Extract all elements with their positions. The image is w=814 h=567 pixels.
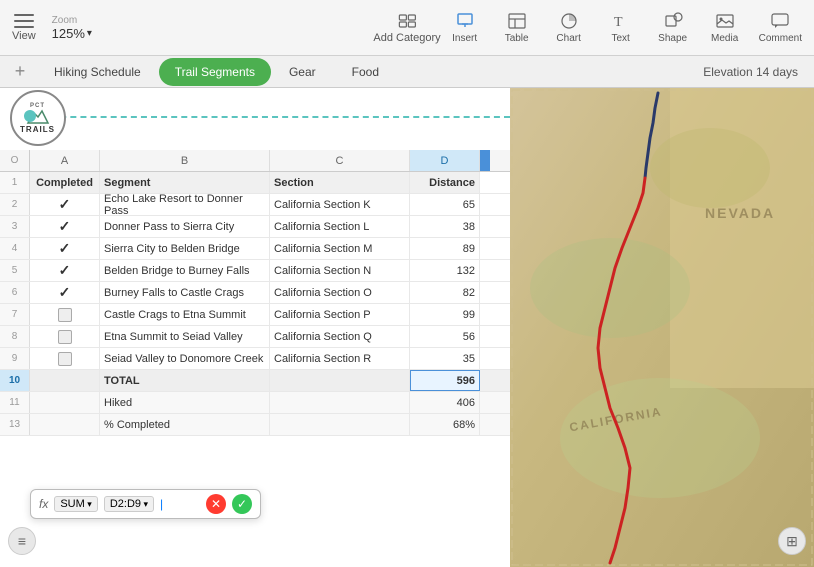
formula-cancel-button[interactable]: ✕: [206, 494, 226, 514]
dashed-circle: [24, 110, 36, 122]
table-label: Table: [505, 33, 529, 44]
col-header-a[interactable]: A: [30, 150, 100, 171]
bottom-left-control[interactable]: ≡: [8, 527, 36, 555]
table-button[interactable]: Table: [499, 11, 535, 44]
comment-button[interactable]: Comment: [759, 11, 802, 44]
formula-function-select[interactable]: SUM: [54, 496, 97, 512]
add-category-label: Add Category: [373, 32, 440, 44]
formula-confirm-button[interactable]: ✓: [232, 494, 252, 514]
logo-area: PCT TRAILS: [0, 88, 75, 148]
text-label: Text: [611, 33, 629, 44]
map-svg: NEVADA CALIFORNIA: [510, 88, 814, 567]
header-completed: Completed: [30, 172, 100, 193]
zoom-label: Zoom: [52, 15, 78, 26]
comment-label: Comment: [759, 33, 802, 44]
tab-trail-segments[interactable]: Trail Segments: [159, 58, 271, 86]
view-icon: [14, 14, 34, 28]
chart-label: Chart: [556, 33, 580, 44]
table-row[interactable]: 2 ✓ Echo Lake Resort to Donner Pass Cali…: [0, 194, 510, 216]
tab-food[interactable]: Food: [334, 58, 397, 86]
text-icon: T: [611, 11, 631, 31]
chart-button[interactable]: Chart: [551, 11, 587, 44]
dashed-line: [30, 116, 510, 118]
zoom-control[interactable]: Zoom 125% ▾: [52, 15, 92, 41]
table-row[interactable]: 3 ✓ Donner Pass to Sierra City Californi…: [0, 216, 510, 238]
zoom-value[interactable]: 125% ▾: [52, 26, 92, 41]
formula-range-select[interactable]: D2:D9: [104, 496, 154, 512]
table-row[interactable]: 4 ✓ Sierra City to Belden Bridge Califor…: [0, 238, 510, 260]
comment-icon: [770, 11, 790, 31]
add-category-button[interactable]: Add Category: [373, 12, 440, 44]
insert-label: Insert: [452, 33, 477, 44]
tab-hiking-schedule[interactable]: Hiking Schedule: [36, 58, 159, 86]
table-header-row: 1 Completed Segment Section Distance: [0, 172, 510, 194]
shape-button[interactable]: Shape: [655, 11, 691, 44]
add-category-icon: [398, 12, 416, 30]
header-distance: Distance: [410, 172, 480, 193]
trails-logo: PCT TRAILS: [10, 90, 66, 146]
col-header-c[interactable]: C: [270, 150, 410, 171]
formula-input[interactable]: [160, 497, 200, 511]
total-row: 10 TOTAL 596: [0, 370, 510, 392]
view-label: View: [12, 30, 36, 42]
nevada-label: NEVADA: [705, 205, 775, 221]
col-header-b[interactable]: B: [100, 150, 270, 171]
chart-icon: [559, 11, 579, 31]
svg-text:T: T: [614, 15, 623, 30]
shape-label: Shape: [658, 33, 687, 44]
col-header-d[interactable]: D: [410, 150, 480, 171]
table-row[interactable]: 5 ✓ Belden Bridge to Burney Falls Califo…: [0, 260, 510, 282]
tab-bar: + Hiking Schedule Trail Segments Gear Fo…: [0, 56, 814, 88]
media-button[interactable]: Media: [707, 11, 743, 44]
formula-fx: fx: [39, 497, 48, 511]
column-headers: O A B C D: [0, 150, 510, 172]
table-row[interactable]: 7 Castle Crags to Etna Summit California…: [0, 304, 510, 326]
tab-elevation[interactable]: Elevation 14 days: [695, 61, 806, 83]
col-resize-handle[interactable]: [480, 150, 490, 171]
corner-cell: O: [0, 150, 30, 171]
table-row[interactable]: 8 Etna Summit to Seiad Valley California…: [0, 326, 510, 348]
table-icon: [507, 11, 527, 31]
header-section: Section: [270, 172, 410, 193]
tab-gear[interactable]: Gear: [271, 58, 334, 86]
shape-icon: [663, 11, 683, 31]
toolbar: View Zoom 125% ▾ Add Category Insert Tab…: [0, 0, 814, 56]
insert-icon: [455, 11, 475, 31]
pct-row: 13 % Completed 68%: [0, 414, 510, 436]
media-icon: [715, 11, 735, 31]
table-row[interactable]: 6 ✓ Burney Falls to Castle Crags Califor…: [0, 282, 510, 304]
add-tab-button[interactable]: +: [8, 60, 32, 84]
view-button[interactable]: View: [12, 14, 36, 42]
map-area: NEVADA CALIFORNIA ⊞: [510, 88, 814, 567]
main-content: PCT TRAILS O A B C D: [0, 88, 814, 567]
text-button[interactable]: T Text: [603, 11, 639, 44]
table-row[interactable]: 9 Seiad Valley to Donomore Creek Califor…: [0, 348, 510, 370]
hiked-row: 11 Hiked 406: [0, 392, 510, 414]
bottom-right-control[interactable]: ⊞: [778, 527, 806, 555]
header-segment: Segment: [100, 172, 270, 193]
media-label: Media: [711, 33, 738, 44]
row-num-1: 1: [0, 172, 30, 193]
spreadsheet: PCT TRAILS O A B C D: [0, 88, 510, 567]
formula-bar: fx SUM D2:D9 ✕ ✓: [30, 489, 261, 519]
insert-button[interactable]: Insert: [447, 11, 483, 44]
